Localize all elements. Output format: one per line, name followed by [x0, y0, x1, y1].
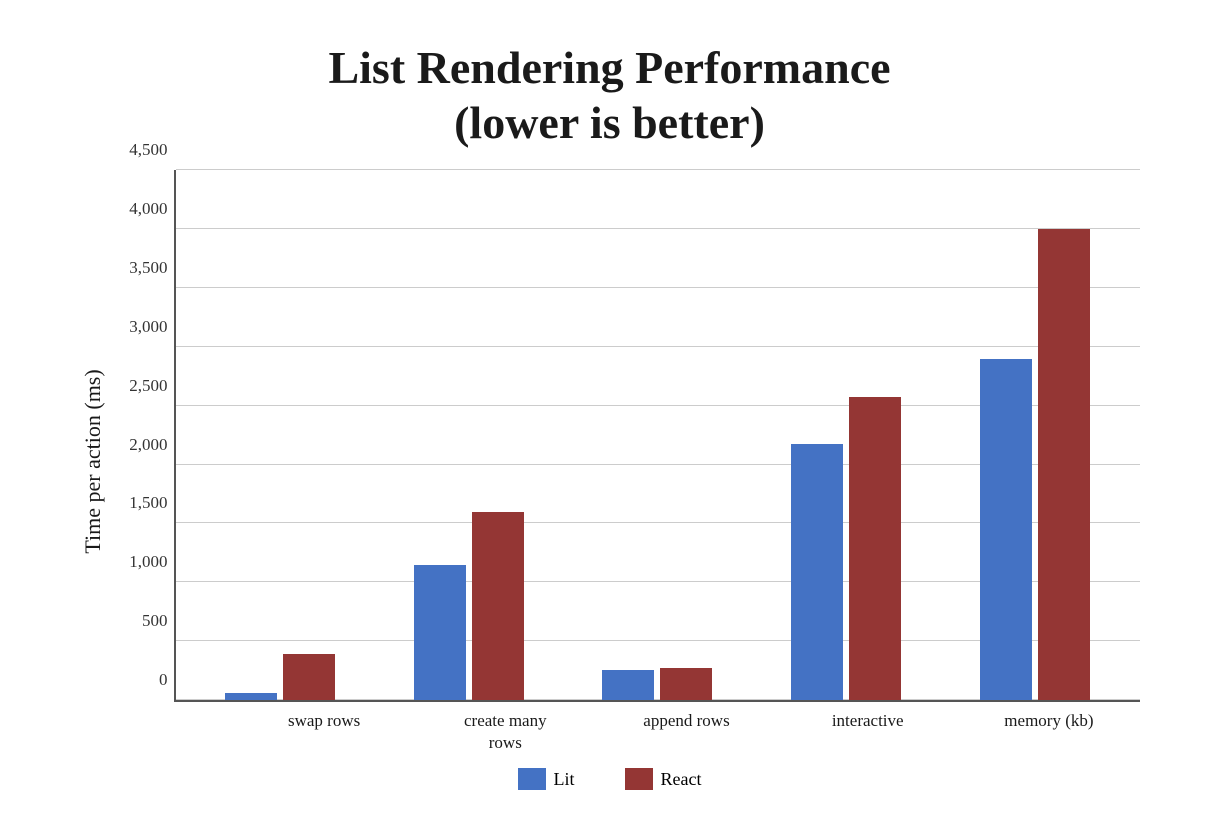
x-label: swap rows: [234, 710, 415, 754]
category: [752, 170, 941, 699]
x-label: memory (kb): [958, 710, 1139, 754]
y-tick-label: 500: [142, 611, 168, 631]
title-line1: List Rendering Performance: [328, 42, 890, 93]
y-tick-label: 2,500: [129, 376, 167, 396]
bar-lit: [791, 444, 843, 700]
x-label: create many rows: [415, 710, 596, 754]
category: [374, 170, 563, 699]
bar-lit: [414, 565, 466, 700]
category: [563, 170, 752, 699]
bar-react: [1038, 229, 1090, 700]
chart-container: List Rendering Performance (lower is bet…: [60, 20, 1160, 800]
x-label: interactive: [777, 710, 958, 754]
legend-item: Lit: [518, 768, 575, 790]
legend-color-swatch: [625, 768, 653, 790]
bar-lit: [602, 670, 654, 699]
bar-lit: [225, 693, 277, 700]
y-tick-label: 0: [159, 670, 168, 690]
bar-react: [472, 512, 524, 700]
category: [186, 170, 375, 699]
category: [941, 170, 1130, 699]
bar-react: [849, 397, 901, 700]
y-tick-label: 2,000: [129, 435, 167, 455]
title-line2: (lower is better): [454, 97, 765, 148]
legend-label: React: [661, 769, 702, 790]
legend-label: Lit: [554, 769, 575, 790]
y-tick-label: 1,500: [129, 493, 167, 513]
y-tick-label: 3,000: [129, 317, 167, 337]
bars-group: [176, 170, 1140, 699]
chart-title: List Rendering Performance (lower is bet…: [328, 40, 890, 150]
x-label: append rows: [596, 710, 777, 754]
bar-react: [283, 654, 335, 700]
plot-area: 4,5004,0003,5003,0002,5002,0001,5001,000…: [174, 170, 1140, 701]
y-axis-label: Time per action (ms): [80, 170, 106, 754]
legend-color-swatch: [518, 768, 546, 790]
x-labels: swap rowscreate many rowsappend rowsinte…: [234, 710, 1140, 754]
y-tick-label: 4,500: [129, 140, 167, 160]
chart-area: Time per action (ms) 4,5004,0003,5003,00…: [80, 170, 1140, 754]
bar-lit: [980, 359, 1032, 700]
chart-inner: 4,5004,0003,5003,0002,5002,0001,5001,000…: [114, 170, 1140, 754]
bar-react: [660, 668, 712, 700]
legend-item: React: [625, 768, 702, 790]
y-tick-label: 3,500: [129, 258, 167, 278]
y-tick-label: 4,000: [129, 199, 167, 219]
legend: Lit React: [518, 768, 702, 790]
y-tick-label: 1,000: [129, 552, 167, 572]
